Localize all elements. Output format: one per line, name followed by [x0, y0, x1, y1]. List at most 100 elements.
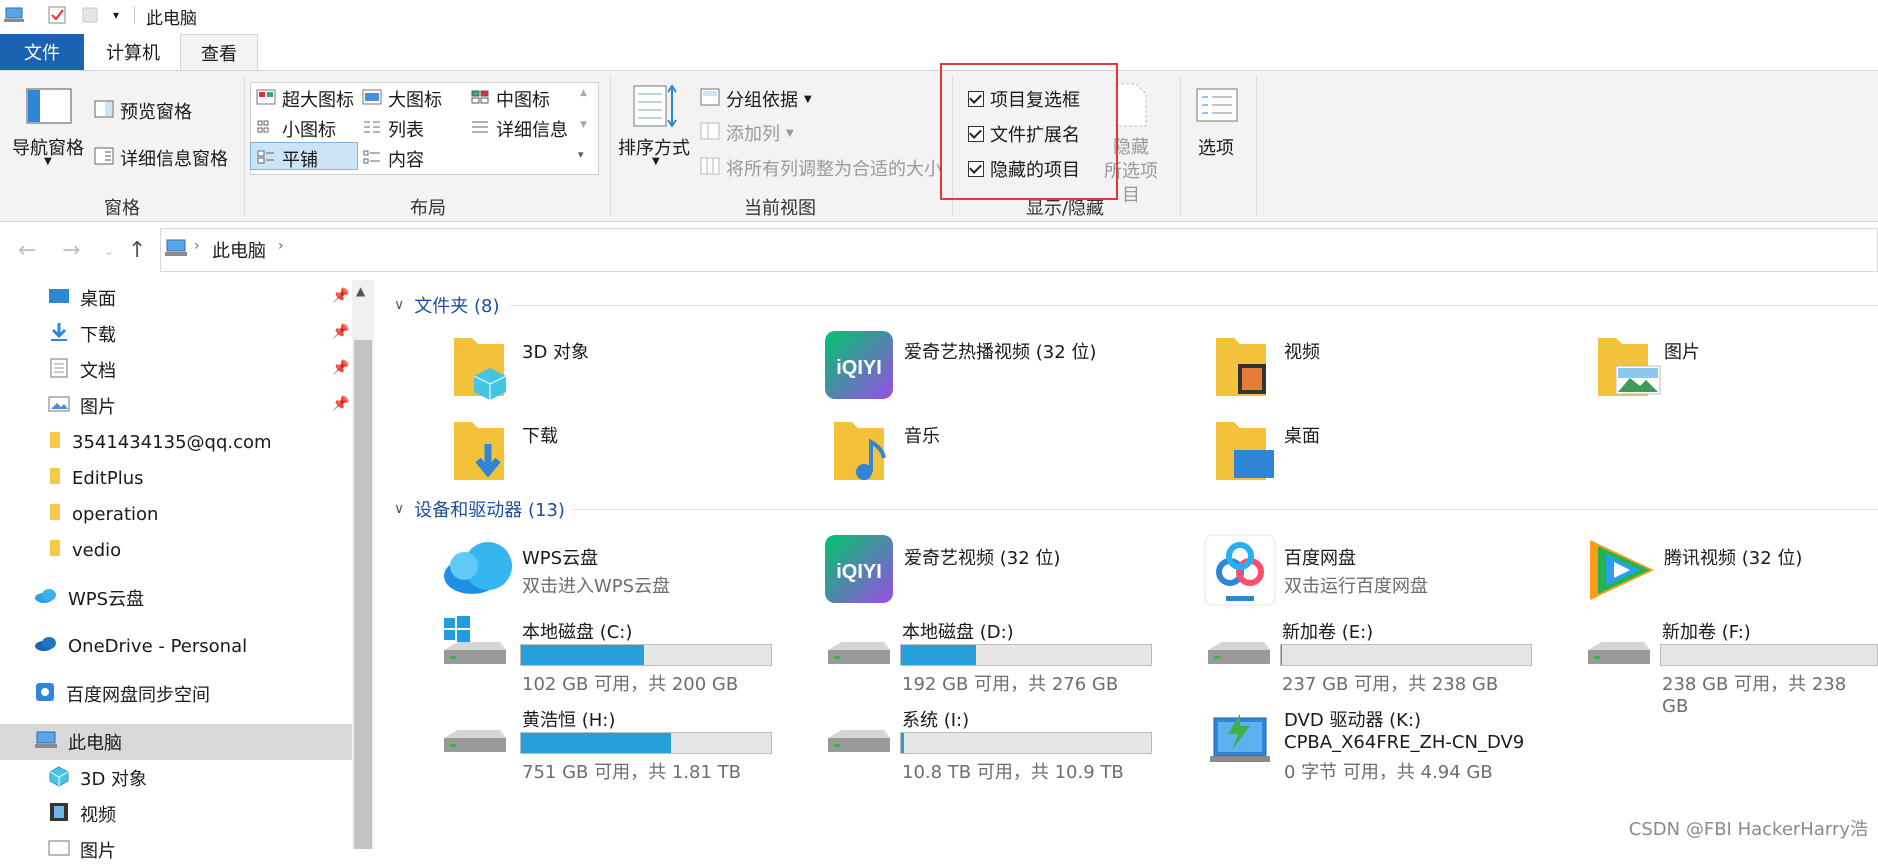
drive-c[interactable] — [440, 616, 510, 677]
back-arrow-icon[interactable]: ← — [18, 238, 36, 263]
folder-name: 视频 — [1284, 342, 1320, 363]
nav-item-pictures-pc[interactable]: 图片 — [48, 834, 116, 866]
forward-arrow-icon[interactable]: → — [62, 238, 80, 263]
breadcrumb-this-pc[interactable]: 此电脑 — [212, 237, 266, 263]
nav-item-videos[interactable]: 视频 — [48, 798, 116, 830]
drive-h[interactable] — [440, 722, 510, 767]
tab-view[interactable]: 查看 — [180, 34, 258, 71]
nav-item-editplus[interactable]: EditPlus — [48, 462, 144, 494]
nav-item-3d-objects[interactable]: 3D 对象 — [48, 762, 147, 794]
folder-desktop[interactable]: 桌面 — [1214, 414, 1320, 489]
drive-i[interactable] — [824, 722, 894, 767]
up-arrow-icon[interactable]: ↑ — [128, 238, 146, 263]
fit-columns-button[interactable]: 将所有列调整为合适的大小 — [700, 155, 942, 181]
hard-drive-icon — [444, 730, 506, 752]
layout-small-icons[interactable]: 小图标 — [256, 116, 336, 142]
nav-item-desktop[interactable]: 桌面 — [48, 282, 116, 314]
nav-item-label: WPS云盘 — [68, 589, 145, 610]
folder-music[interactable]: 音乐 — [832, 414, 940, 489]
device-baidu-netdisk[interactable]: 百度网盘 双击运行百度网盘 — [1204, 534, 1428, 611]
nav-item-vedio[interactable]: vedio — [48, 534, 121, 566]
layout-tiles[interactable]: 平铺 — [256, 146, 318, 172]
section-header-devices[interactable]: ∨ 设备和驱动器 (13) — [394, 496, 565, 522]
folder-name: 音乐 — [904, 426, 940, 447]
pin-icon[interactable]: 📌 — [332, 396, 349, 412]
picture-icon — [48, 839, 70, 862]
nav-pane-chevron-down-icon: ▼ — [44, 156, 52, 167]
details-pane-icon — [94, 147, 114, 170]
sort-icon — [632, 84, 678, 135]
layout-content[interactable]: 内容 — [362, 146, 424, 172]
new-folder-icon[interactable] — [80, 4, 100, 26]
pin-icon[interactable]: 📌 — [332, 360, 349, 376]
group-by-button[interactable]: 分组依据 ▼ — [700, 86, 812, 112]
device-iqiyi-video[interactable]: iQIYI 爱奇艺视频 (32 位) — [824, 534, 1060, 609]
layout-large-icons[interactable]: 大图标 — [362, 86, 442, 112]
breadcrumb-chevron-icon[interactable]: › — [278, 238, 284, 254]
gallery-scroll-up-icon[interactable]: ▲ — [580, 88, 587, 98]
nav-item-operation[interactable]: operation — [48, 498, 158, 530]
tab-file[interactable]: 文件 — [0, 34, 84, 70]
nav-pane-scrollbar-thumb[interactable] — [354, 340, 372, 849]
recent-chevron-down-icon[interactable]: ⌄ — [104, 244, 114, 258]
customize-toolbar-chevron-down-icon[interactable]: ▾ — [108, 4, 124, 26]
picture-icon — [48, 395, 70, 418]
drive-d[interactable] — [824, 634, 894, 679]
tab-computer[interactable]: 计算机 — [90, 34, 176, 70]
gallery-expand-icon[interactable]: ▾ — [578, 148, 584, 161]
hard-drive-icon — [828, 730, 890, 752]
details-pane-button[interactable]: 详细信息窗格 — [94, 145, 228, 171]
nav-item-qq-folder[interactable]: 3541434135@qq.com — [48, 426, 272, 458]
folder-name: 3D 对象 — [522, 342, 590, 363]
nav-item-pictures[interactable]: 图片 — [48, 390, 116, 422]
folder-videos[interactable]: 视频 — [1214, 330, 1320, 405]
section-collapse-chevron-icon[interactable]: ∨ — [394, 501, 404, 517]
svg-text:iQIYI: iQIYI — [836, 561, 882, 583]
add-column-button[interactable]: 添加列 ▼ — [700, 120, 794, 146]
folder-downloads[interactable]: 下载 — [452, 414, 558, 489]
nav-item-wps-cloud[interactable]: WPS云盘 — [34, 582, 144, 614]
nav-item-downloads[interactable]: 下载 — [48, 318, 116, 350]
folder-pictures-icon — [1598, 338, 1661, 396]
options-icon — [1196, 88, 1238, 127]
svg-text:iQIYI: iQIYI — [836, 357, 882, 379]
device-name: 百度网盘 — [1284, 548, 1356, 569]
folder-3d-objects[interactable]: 3D 对象 — [452, 330, 589, 405]
drive-usage-fill — [521, 733, 671, 753]
section-header-folders[interactable]: ∨ 文件夹 (8) — [394, 292, 499, 318]
layout-label: 详细信息 — [496, 120, 568, 141]
layout-list[interactable]: 列表 — [362, 116, 424, 142]
layout-extra-large-icons[interactable]: 超大图标 — [256, 86, 354, 112]
drive-f[interactable] — [1584, 634, 1654, 679]
drive-dvd-k[interactable] — [1210, 710, 1270, 771]
download-arrow-icon — [48, 322, 70, 347]
drive-space-info: 192 GB 可用，共 276 GB — [902, 674, 1119, 695]
nav-item-documents[interactable]: 文档 — [48, 354, 116, 386]
annotation-highlight-box — [940, 63, 1118, 200]
nav-item-baidu-sync[interactable]: 百度网盘同步空间 — [34, 678, 210, 710]
layout-label: 内容 — [388, 150, 424, 171]
section-collapse-chevron-icon[interactable]: ∨ — [394, 297, 404, 313]
layout-details[interactable]: 详细信息 — [470, 116, 568, 142]
scroll-up-icon[interactable]: ▲ — [356, 284, 365, 298]
device-tencent-video[interactable]: 腾讯视频 (32 位) — [1584, 534, 1802, 609]
folder-pictures[interactable]: 图片 — [1596, 330, 1700, 405]
folder-iqiyi-hot-video[interactable]: iQIYI 爱奇艺热播视频 (32 位) — [824, 330, 1096, 405]
layout-medium-icons[interactable]: 中图标 — [470, 86, 550, 112]
pin-icon[interactable]: 📌 — [332, 288, 349, 304]
pin-icon[interactable]: 📌 — [332, 324, 349, 340]
small-icons-icon — [256, 119, 276, 140]
nav-item-this-pc[interactable]: 此电脑 — [34, 726, 122, 758]
preview-pane-button[interactable]: 预览窗格 — [94, 98, 192, 124]
folder-name: 桌面 — [1284, 426, 1320, 447]
fit-columns-icon — [700, 157, 720, 180]
computer-icon — [34, 730, 58, 755]
device-wps-cloud[interactable]: WPS云盘 双击进入WPS云盘 — [442, 536, 670, 601]
options-button[interactable]: 选项 — [1198, 134, 1234, 160]
nav-item-onedrive[interactable]: OneDrive - Personal — [34, 630, 247, 662]
address-bar[interactable] — [160, 228, 1878, 272]
drive-e[interactable] — [1204, 634, 1274, 679]
properties-icon[interactable] — [46, 4, 68, 26]
gallery-scroll-down-icon[interactable]: ▼ — [580, 120, 587, 130]
drive-usage-bar — [900, 732, 1152, 754]
